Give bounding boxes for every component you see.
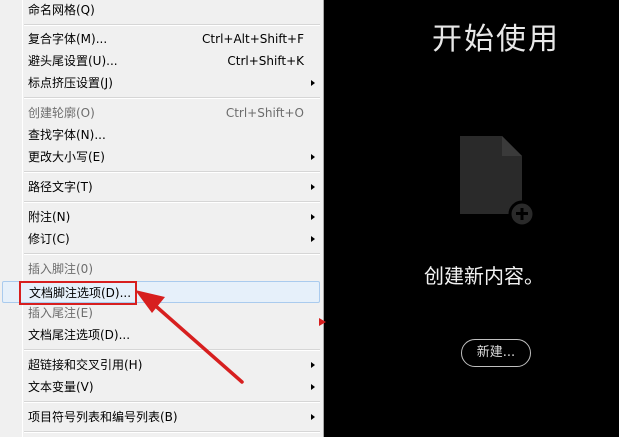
submenu-arrow-icon	[311, 414, 315, 420]
red-marker-icon	[319, 318, 326, 326]
submenu-arrow-icon	[311, 80, 315, 86]
menu-separator	[24, 171, 320, 173]
menu-item-label: 文档脚注选项(D)...	[18, 281, 138, 305]
menu-item-label: 标点挤压设置(J)	[28, 76, 113, 90]
menu-item-find-font[interactable]: 查找字体(N)...	[2, 124, 320, 146]
menu-item-composite-font[interactable]: 复合字体(M)... Ctrl+Alt+Shift+F	[2, 28, 320, 50]
menu-item-label: 避头尾设置(U)...	[28, 54, 118, 68]
submenu-arrow-icon	[311, 184, 315, 190]
menu-item-label: 超链接和交叉引用(H)	[28, 358, 143, 372]
menu-item-label: 插入脚注(0)	[28, 262, 93, 276]
create-new-content-label: 创建新内容。	[424, 264, 544, 288]
start-title: 开始使用	[432, 22, 560, 57]
menu-item-label: 命名网格(Q)	[28, 3, 95, 17]
submenu-arrow-icon	[311, 384, 315, 390]
menu-item-text-variables[interactable]: 文本变量(V)	[2, 376, 320, 398]
submenu-arrow-icon	[311, 362, 315, 368]
menu-item-label: 更改大小写(E)	[28, 150, 105, 164]
menu-item-insert-footnote[interactable]: 插入脚注(0)	[2, 258, 320, 280]
menu-item-type-on-path[interactable]: 路径文字(T)	[2, 176, 320, 198]
menu-separator	[24, 24, 320, 26]
menu-item-label: 插入尾注(E)	[28, 306, 93, 320]
menu-item-label: 创建轮廓(O)	[28, 106, 95, 120]
menu-item-label: 文本变量(V)	[28, 380, 94, 394]
menu-item-label: 文档尾注选项(D)...	[28, 328, 131, 342]
menu-item-insert-endnote[interactable]: 插入尾注(E)	[2, 302, 320, 324]
document-add-icon	[460, 136, 536, 228]
submenu-arrow-icon	[311, 154, 315, 160]
menu-item-shortcut: Ctrl+Alt+Shift+F	[202, 32, 304, 46]
menu-separator	[24, 253, 320, 255]
menu-separator	[24, 97, 320, 99]
menu-separator	[24, 431, 320, 433]
menu-item-label: 修订(C)	[28, 232, 70, 246]
menu-item-create-outlines[interactable]: 创建轮廓(O) Ctrl+Shift+O	[2, 102, 320, 124]
submenu-arrow-icon	[311, 236, 315, 242]
menu-item-label: 项目符号列表和编号列表(B)	[28, 410, 178, 424]
new-document-button[interactable]: 新建...	[461, 339, 531, 367]
menu-item-kinsoku-settings[interactable]: 避头尾设置(U)... Ctrl+Shift+K	[2, 50, 320, 72]
menu-item-change-case[interactable]: 更改大小写(E)	[2, 146, 320, 168]
text-context-menu: 命名网格(Q) 复合字体(M)... Ctrl+Alt+Shift+F 避头尾设…	[0, 0, 324, 437]
menu-separator	[24, 201, 320, 203]
menu-item-shortcut: Ctrl+Shift+K	[227, 54, 304, 68]
menu-separator	[24, 349, 320, 351]
submenu-arrow-icon	[311, 214, 315, 220]
menu-item-document-endnote-options[interactable]: 文档尾注选项(D)...	[2, 324, 320, 346]
menu-separator	[24, 401, 320, 403]
menu-item-track-changes[interactable]: 修订(C)	[2, 228, 320, 250]
menu-item-label: 复合字体(M)...	[28, 32, 108, 46]
menu-item-label: 路径文字(T)	[28, 180, 93, 194]
menu-item-shortcut: Ctrl+Shift+O	[225, 106, 304, 120]
menu-item-named-grid[interactable]: 命名网格(Q)	[2, 0, 320, 21]
menu-item-hyperlinks-cross-references[interactable]: 超链接和交叉引用(H)	[2, 354, 320, 376]
menu-item-document-footnote-options[interactable]: 文档脚注选项(D)...	[2, 281, 320, 305]
menu-item-mojikumi-settings[interactable]: 标点挤压设置(J)	[2, 72, 320, 94]
menu-item-label: 查找字体(N)...	[28, 128, 106, 142]
menu-item-notes[interactable]: 附注(N)	[2, 206, 320, 228]
menu-item-bullets-numbering[interactable]: 项目符号列表和编号列表(B)	[2, 406, 320, 428]
menu-item-label: 附注(N)	[28, 210, 71, 224]
